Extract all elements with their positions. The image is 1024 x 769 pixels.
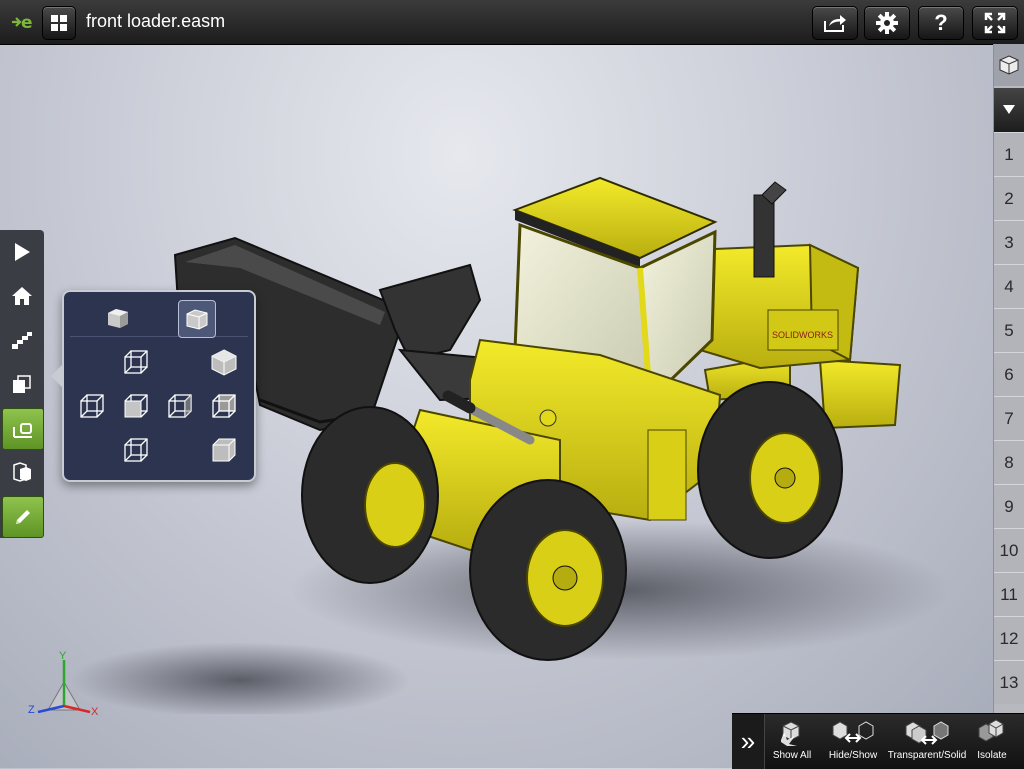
wireframe-cube-icon [121,347,151,377]
front-face-shaded-icon [121,391,151,421]
markup-button[interactable] [2,496,44,538]
play-icon [13,242,31,262]
show-all-label: Show All [773,750,811,761]
grid-icon [50,14,68,32]
settings-button[interactable] [864,6,910,40]
shaded-cube-icon [104,304,132,332]
wireframe-cube-left-icon [77,391,107,421]
view-number-2[interactable]: 2 [994,176,1024,220]
view-number-5[interactable]: 5 [994,308,1024,352]
rear-wheel [698,382,842,558]
bottom-toolbar: » Show All Hide/Show Transparent/Solid I… [732,713,1024,769]
transparent-solid-icon [902,718,952,748]
hide-show-label: Hide/Show [829,750,877,761]
bottom-right-view-button[interactable] [206,432,242,468]
hide-show-button[interactable]: Hide/Show [822,718,884,768]
shaded-view-button[interactable] [100,300,136,336]
view-number-7[interactable]: 7 [994,396,1024,440]
right-view-button[interactable] [162,388,198,424]
shaded-with-edges-view-button[interactable] [178,300,216,338]
triangle-down-icon [1003,105,1015,115]
play-animation-button[interactable] [2,232,42,272]
isolate-label: Isolate [977,750,1006,761]
view-number-8[interactable]: 8 [994,440,1024,484]
edrawings-logo-icon[interactable]: e [10,9,36,35]
popover-divider [70,336,248,337]
view-number-1[interactable]: 1 [994,132,1024,176]
axis-y-label: Y [59,650,66,662]
left-view-button[interactable] [74,388,110,424]
front-shaded-view-button[interactable] [118,388,154,424]
cubes-icon [11,461,33,483]
back-view-button[interactable] [206,388,242,424]
svg-text:SOLIDWORKS: SOLIDWORKS [772,330,833,340]
iso-shaded-cube-icon [209,347,239,377]
cube-icon [998,54,1020,76]
document-title: front loader.easm [86,11,225,32]
shaded-edges-cube-icon [183,305,211,333]
show-all-icon [777,718,807,748]
view-number-6[interactable]: 6 [994,352,1024,396]
top-bar: e front loader.easm ? [0,0,1024,45]
page-layers-icon [11,373,33,395]
view-number-12[interactable]: 12 [994,616,1024,660]
fullscreen-button[interactable] [972,6,1018,40]
popover-arrow [51,364,63,388]
wireframe-cube-right-icon [165,391,195,421]
apps-grid-button[interactable] [42,6,76,40]
home-button[interactable] [2,276,42,316]
view-number-3[interactable]: 3 [994,220,1024,264]
isolate-icon [975,718,1009,748]
isometric-view-button[interactable] [206,344,242,380]
share-button[interactable] [812,6,858,40]
view-orientation-icon [12,419,34,439]
home-icon [11,286,33,306]
wireframe-cube-bottom-icon [121,435,151,465]
help-button[interactable]: ? [918,6,964,40]
front-right-wheel [470,480,626,660]
components-button[interactable] [2,452,42,492]
left-toolbar [0,230,44,538]
axis-triad: Y X Z [28,650,103,722]
transparent-solid-label: Transparent/Solid [888,750,967,761]
pencil-icon [13,507,33,527]
view-number-4[interactable]: 4 [994,264,1024,308]
front-left-wheel [302,407,438,583]
back-face-shaded-icon [209,391,239,421]
stairs-icon [11,330,33,350]
views-dropdown-button[interactable] [994,88,1024,132]
fullscreen-icon [984,12,1006,34]
view-number-11[interactable]: 11 [994,572,1024,616]
partial-shaded-cube-icon [209,435,239,465]
hide-show-icon [830,718,876,748]
expand-toolbar-button[interactable]: » [732,714,765,769]
right-view-strip: 12345678910111213 [993,44,1024,714]
show-all-button[interactable]: Show All [768,718,816,768]
bottom-view-button[interactable] [118,432,154,468]
view-orientation-button[interactable] [2,408,44,450]
axis-x-label: X [91,706,98,718]
isolate-button[interactable]: Isolate [968,718,1016,768]
axis-z-label: Z [28,704,35,716]
sheets-button[interactable] [2,364,42,404]
svg-text:e: e [21,13,33,33]
view-orientation-popover [62,290,256,482]
view-number-10[interactable]: 10 [994,528,1024,572]
double-chevron-right-icon: » [741,726,755,757]
transparent-solid-button[interactable]: Transparent/Solid [886,718,968,768]
steps-button[interactable] [2,320,42,360]
gear-icon [876,12,898,34]
view-number-9[interactable]: 9 [994,484,1024,528]
view-number-13[interactable]: 13 [994,660,1024,704]
front-view-button[interactable] [118,344,154,380]
view-cube-button[interactable] [994,44,1024,86]
share-icon [823,13,847,33]
